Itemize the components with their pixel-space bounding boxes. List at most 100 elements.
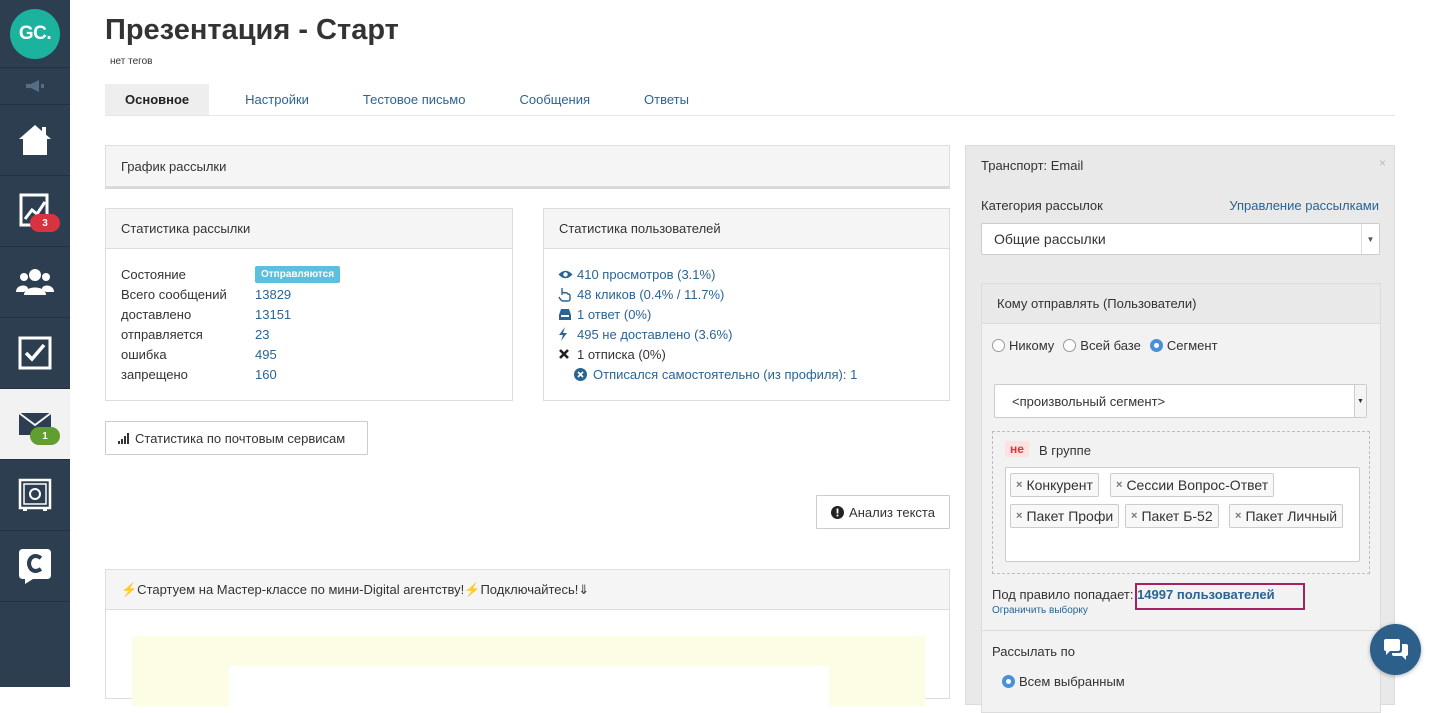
segment-select[interactable]: <произвольный сегмент> ▼ (994, 384, 1367, 418)
sidebar-item-home[interactable] (0, 105, 70, 176)
radio-label: Всей базе (1080, 338, 1141, 353)
tasks-icon (18, 336, 52, 370)
email-preview-panel: ⚡️Стартуем на Мастер-классе по мини-Digi… (105, 569, 950, 706)
remove-tag-icon[interactable]: × (1016, 510, 1022, 522)
announcements-button[interactable] (0, 68, 70, 105)
stat-row-forbidden: запрещено 160 (121, 364, 512, 384)
stat-key: Состояние (121, 266, 186, 282)
sidebar-item-users[interactable] (0, 247, 70, 318)
radio-nobody[interactable]: Никому (992, 338, 1054, 353)
group-tag: × Пакет Б-52 (1125, 504, 1219, 528)
tab-bar: Основное Настройки Тестовое письмо Сообщ… (105, 84, 1395, 116)
group-tag: × Конкурент (1010, 473, 1099, 497)
radio-label: Никому (1009, 338, 1055, 353)
mailing-stats-panel: Статистика рассылки Состояние Отправляют… (105, 208, 513, 401)
category-label: Категория рассылок (981, 198, 1103, 213)
tab-test-email[interactable]: Тестовое письмо (343, 84, 486, 115)
group-tag: × Сессии Вопрос-Ответ (1110, 473, 1275, 497)
logo[interactable]: GC. (0, 0, 70, 68)
sidebar-item-c[interactable] (0, 531, 70, 602)
groups-input[interactable]: × Конкурент × Сессии Вопрос-Ответ × Паке… (1005, 467, 1360, 562)
category-select[interactable]: Общие рассылки ▼ (981, 223, 1380, 255)
close-icon[interactable]: × (1379, 156, 1386, 170)
radio-circle (1063, 339, 1077, 352)
stat-row-total: Всего сообщений 13829 (121, 284, 512, 304)
safe-icon (18, 478, 52, 511)
not-toggle[interactable]: не (1005, 441, 1029, 457)
email-preview-subject: ⚡️Стартуем на Мастер-классе по мини-Digi… (106, 570, 949, 610)
mailing-stats-body: Состояние Отправляются Всего сообщений 1… (106, 249, 512, 384)
email-preview-content (229, 666, 829, 706)
transport-label: Транспорт: Email (981, 158, 1084, 173)
stat-value-error[interactable]: 495 (255, 347, 277, 362)
signal-bars-icon (118, 432, 129, 444)
remove-tag-icon[interactable]: × (1016, 479, 1022, 491)
mail-services-stats-button[interactable]: Статистика по почтовым сервисам (105, 421, 368, 455)
in-group-label: В группе (1039, 443, 1091, 458)
group-tag-label: Сессии Вопрос-Ответ (1126, 477, 1269, 493)
segment-select-value: <произвольный сегмент> (1012, 393, 1166, 409)
sidebar-item-tasks[interactable] (0, 318, 70, 389)
eye-icon (558, 270, 573, 278)
rule-result-prefix: Под правило попадает: (992, 587, 1134, 602)
radio-circle (992, 339, 1005, 352)
schedule-panel[interactable]: График рассылки (105, 145, 950, 187)
radio-circle-checked (1149, 339, 1163, 352)
radio-whole-base[interactable]: Всей базе (1063, 338, 1141, 353)
recipients-panel: Кому отправлять (Пользователи) Никому Вс… (981, 283, 1381, 713)
radio-segment[interactable]: Сегмент (1149, 338, 1218, 353)
tab-messages[interactable]: Сообщения (499, 84, 610, 115)
radio-label: Сегмент (1166, 338, 1218, 353)
sidebar-item-mail[interactable]: 1 (0, 389, 70, 460)
close-x-icon (559, 349, 569, 359)
stat-value-forbidden[interactable]: 160 (255, 367, 277, 382)
email-preview-body (132, 636, 925, 706)
sidebar-item-safe[interactable] (0, 460, 70, 531)
remove-tag-icon[interactable]: × (1116, 479, 1122, 491)
limit-selection-link[interactable]: Ограничить выборку (992, 605, 1088, 616)
recipients-title: Кому отправлять (Пользователи) (982, 284, 1380, 324)
users-icon (16, 269, 54, 295)
clicks-link[interactable]: 48 кликов (0.4% / 11.7%) (558, 284, 949, 304)
views-link[interactable]: 410 просмотров (3.1%) (558, 264, 949, 284)
group-tag-label: Пакет Б-52 (1141, 508, 1213, 524)
tab-settings[interactable]: Настройки (225, 84, 329, 115)
chat-widget-button[interactable] (1370, 624, 1421, 675)
lightning-icon (559, 327, 567, 341)
stat-key: Всего сообщений (121, 286, 227, 302)
text-analysis-button[interactable]: Анализ текста (816, 495, 950, 529)
inbox-icon (559, 308, 571, 320)
radio-circle-checked (1002, 675, 1015, 688)
group-tag-label: Конкурент (1026, 477, 1093, 493)
exclamation-circle-icon (831, 505, 845, 519)
chat-bubbles-icon (1383, 638, 1408, 660)
tab-replies[interactable]: Ответы (624, 84, 709, 115)
analytics-badge: 3 (30, 214, 60, 232)
not-delivered-link[interactable]: 495 не доставлено (3.6%) (558, 324, 949, 344)
remove-tag-icon[interactable]: × (1235, 510, 1241, 522)
views-text: 410 просмотров (3.1%) (577, 266, 716, 282)
clicks-text: 48 кликов (0.4% / 11.7%) (577, 286, 725, 302)
group-tag-label: Пакет Профи (1026, 508, 1114, 524)
tab-main[interactable]: Основное (105, 84, 210, 115)
stat-row-delivered: доставлено 13151 (121, 304, 512, 324)
stat-value-total[interactable]: 13829 (255, 287, 291, 302)
replies-link[interactable]: 1 ответ (0%) (558, 304, 949, 324)
stat-value-delivered[interactable]: 13151 (255, 307, 291, 322)
stat-key: отправляется (121, 326, 203, 342)
c-logo-icon (19, 549, 51, 584)
segment-rule-box: не В группе × Конкурент × Сессии Вопрос-… (992, 431, 1370, 574)
stat-value-sending[interactable]: 23 (255, 327, 269, 342)
manage-mailings-link[interactable]: Управление рассылками (1229, 198, 1379, 213)
megaphone-icon (26, 80, 44, 92)
schedule-panel-title: График рассылки (106, 146, 949, 186)
page-title: Презентация - Старт (105, 14, 399, 46)
remove-tag-icon[interactable]: × (1131, 510, 1137, 522)
sidebar-item-analytics[interactable]: 3 (0, 176, 70, 247)
highlight-frame (1135, 583, 1305, 610)
mail-badge: 1 (30, 427, 60, 445)
self-unsub-link[interactable]: Отписался самостоятельно (из профиля): 1 (558, 364, 949, 384)
chevron-down-icon: ▼ (1354, 385, 1366, 417)
tags-label[interactable]: нет тегов (110, 56, 152, 67)
text-analysis-label: Анализ текста (849, 504, 935, 520)
